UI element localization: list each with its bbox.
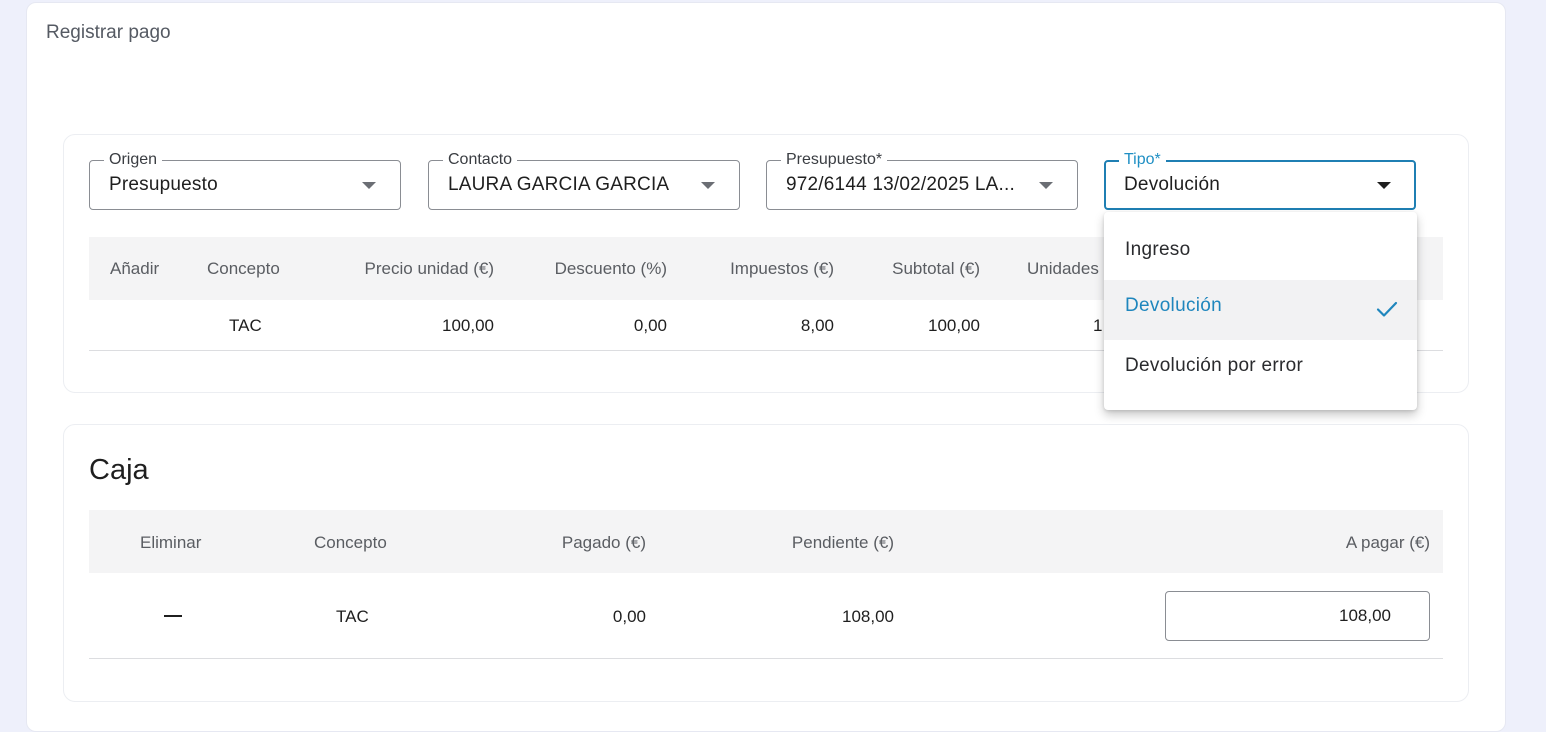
chevron-down-icon — [701, 182, 715, 189]
page-title: Registrar pago — [46, 22, 171, 43]
presupuesto-value: 972/6144 13/02/2025 LA... — [786, 174, 1015, 195]
menu-item-devolucion[interactable]: Devolución — [1104, 280, 1417, 340]
tipo-value: Devolución — [1124, 174, 1220, 195]
contacto-label: Contacto — [443, 151, 518, 169]
col-pagado: Pagado (€) — [561, 533, 646, 552]
presupuesto-select[interactable]: Presupuesto* 972/6144 13/02/2025 LA... — [766, 151, 1078, 210]
row-divider — [89, 658, 1443, 659]
col-concepto: Concepto — [207, 259, 280, 278]
item-precio: 100,00 — [442, 316, 494, 335]
col-impuestos: Impuestos (€) — [730, 259, 834, 278]
menu-item-label: Devolución — [1125, 295, 1222, 316]
origen-label: Origen — [104, 151, 163, 169]
presupuesto-label: Presupuesto* — [781, 151, 888, 169]
item-subtotal: 100,00 — [928, 316, 980, 335]
menu-item-devolucion-error[interactable]: Devolución por error — [1104, 340, 1417, 400]
contacto-select[interactable]: Contacto LAURA GARCIA GARCIA — [428, 151, 740, 210]
minus-icon[interactable] — [164, 615, 182, 617]
chevron-down-icon — [1377, 182, 1391, 189]
item-impuestos: 8,00 — [800, 316, 834, 335]
tipo-dropdown-menu: Ingreso Devolución Devolución por error — [1104, 212, 1417, 410]
col-caja-concepto: Concepto — [314, 533, 387, 552]
caja-pagado: 0,00 — [612, 607, 646, 626]
col-a-pagar: A pagar (€) — [1345, 533, 1430, 552]
check-icon — [1376, 301, 1398, 317]
col-precio-unidad: Precio unidad (€) — [364, 259, 494, 278]
a-pagar-value: 108,00 — [1339, 606, 1391, 625]
menu-item-label: Devolución por error — [1125, 355, 1304, 376]
item-descuento: 0,00 — [633, 316, 667, 335]
caja-pendiente: 108,00 — [842, 607, 894, 626]
a-pagar-input[interactable]: 108,00 — [1165, 591, 1430, 641]
col-unidades: Unidades — [1027, 259, 1099, 278]
caja-title: Caja — [89, 454, 149, 486]
col-subtotal: Subtotal (€) — [892, 259, 980, 278]
chevron-down-icon — [1039, 182, 1053, 189]
chevron-down-icon — [362, 182, 376, 189]
caja-concepto: TAC — [336, 607, 369, 626]
item-concepto: TAC — [229, 316, 262, 335]
menu-item-ingreso[interactable]: Ingreso — [1104, 224, 1417, 284]
origen-value: Presupuesto — [109, 174, 218, 195]
tipo-select[interactable]: Tipo* Devolución — [1104, 151, 1416, 210]
item-unidades: 1 — [1093, 316, 1103, 335]
contacto-value: LAURA GARCIA GARCIA — [448, 174, 670, 195]
menu-item-label: Ingreso — [1125, 239, 1191, 260]
col-eliminar: Eliminar — [140, 533, 202, 552]
col-pendiente: Pendiente (€) — [791, 533, 894, 552]
caja-table-header — [89, 510, 1443, 573]
col-descuento: Descuento (%) — [554, 259, 667, 278]
tipo-label: Tipo* — [1119, 151, 1166, 169]
col-anadir: Añadir — [110, 259, 160, 278]
origen-select[interactable]: Origen Presupuesto — [89, 151, 401, 210]
